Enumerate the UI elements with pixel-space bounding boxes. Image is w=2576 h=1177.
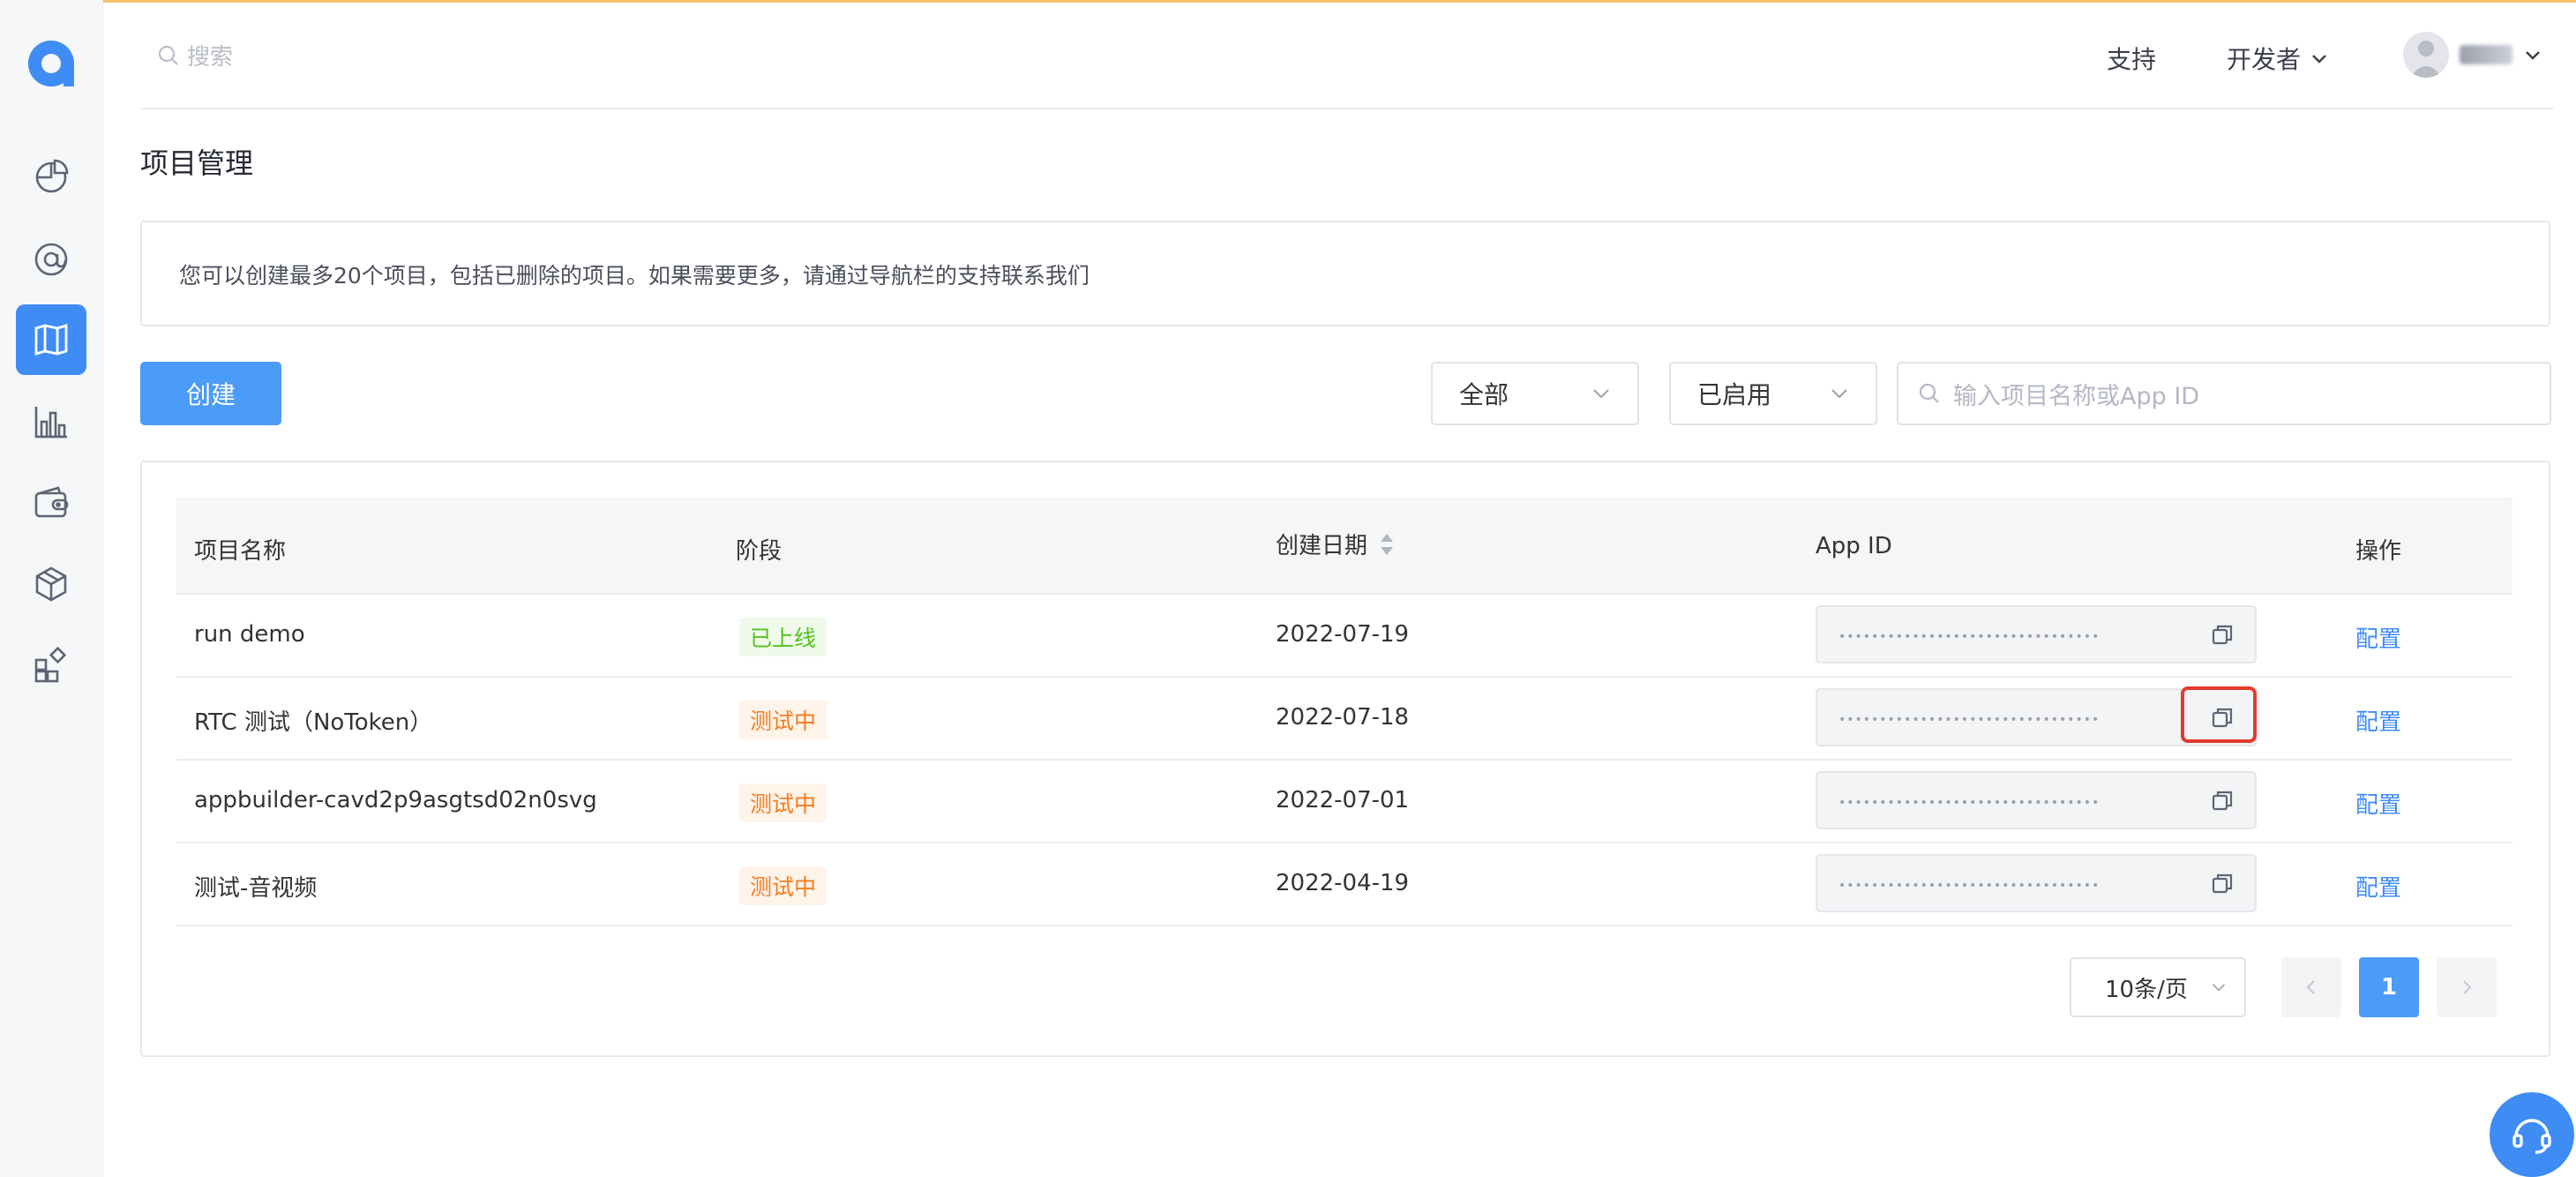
row-1-name: run demo: [194, 621, 305, 648]
grid-plus-icon: [34, 646, 67, 683]
support-chat-button[interactable]: [2490, 1092, 2574, 1177]
bar-chart-icon: [34, 407, 67, 439]
header-divider: [140, 108, 2553, 109]
page-button-current[interactable]: 1: [2359, 957, 2419, 1017]
sidebar-item-mentions[interactable]: [16, 224, 86, 295]
row-3-name: appbuilder-cavd2p9asgtsd02n0svg: [194, 787, 597, 813]
headset-icon: [2512, 1119, 2551, 1154]
developer-menu-label: 开发者: [2227, 45, 2302, 74]
row-3-appid-masked: ••••••••••••••••••••••••••••••••: [1838, 796, 2100, 810]
row-3-config-link[interactable]: 配置: [2355, 787, 2401, 820]
sidebar-item-billing[interactable]: [16, 468, 86, 538]
sidebar-item-extensions[interactable]: [16, 549, 86, 619]
row-divider: [176, 925, 2512, 926]
row-3-stage-badge: 测试中: [739, 783, 827, 822]
status-filter-select[interactable]: 已启用: [1669, 362, 1877, 425]
chevron-left-icon: [2306, 980, 2315, 994]
col-header-date-label: 创建日期: [1276, 533, 1368, 559]
cube-icon: [35, 566, 67, 602]
status-filter-value: 已启用: [1697, 380, 1772, 409]
copy-icon[interactable]: [2209, 621, 2235, 648]
row-divider: [176, 759, 2512, 761]
row-1-appid-masked: ••••••••••••••••••••••••••••••••: [1838, 630, 2100, 644]
create-project-button[interactable]: 创建: [140, 362, 281, 425]
support-link[interactable]: 支持: [2107, 41, 2156, 76]
wallet-icon: [34, 486, 69, 518]
row-2-appid-masked: ••••••••••••••••••••••••••••••••: [1838, 713, 2100, 727]
row-2-config-link[interactable]: 配置: [2355, 704, 2401, 737]
at-icon: [34, 243, 68, 276]
chevron-down-icon: [1593, 389, 1609, 399]
stage-filter-select[interactable]: 全部: [1431, 362, 1639, 425]
col-header-appid: App ID: [1816, 533, 1892, 559]
row-divider: [176, 842, 2512, 843]
developer-menu[interactable]: 开发者: [2227, 41, 2329, 76]
global-search[interactable]: 搜索: [157, 39, 233, 71]
search-icon: [1919, 383, 1939, 403]
row-4-name: 测试-音视频: [194, 875, 318, 902]
row-1-stage-badge: 已上线: [739, 618, 827, 656]
row-2-name: RTC 测试（NoToken）: [194, 709, 433, 736]
project-search-placeholder: 输入项目名称或App ID: [1953, 382, 2200, 410]
row-3-date: 2022-07-01: [1276, 787, 1410, 813]
project-search-input[interactable]: 输入项目名称或App ID: [1897, 362, 2551, 425]
project-limit-notice: 您可以创建最多20个项目，包括已删除的项目。如果需要更多，请通过导航栏的支持联系…: [140, 221, 2550, 326]
pie-chart-icon: [35, 159, 69, 193]
sidebar-item-projects[interactable]: [16, 304, 86, 375]
chevron-right-icon: [2463, 980, 2472, 994]
row-4-appid-masked: ••••••••••••••••••••••••••••••••: [1838, 879, 2100, 893]
sidebar-item-analytics[interactable]: [16, 386, 86, 457]
page-size-value: 10条/页: [2105, 976, 2188, 1003]
chevron-down-icon: [1831, 389, 1847, 399]
chevron-down-icon: [2212, 984, 2226, 992]
sidebar-item-overview[interactable]: [16, 141, 86, 212]
sidebar-item-marketplace[interactable]: [16, 630, 86, 701]
row-4-appid-field: ••••••••••••••••••••••••••••••••: [1816, 854, 2257, 912]
row-1-appid-field: ••••••••••••••••••••••••••••••••: [1816, 605, 2257, 663]
row-2-appid-field: ••••••••••••••••••••••••••••••••: [1816, 686, 2257, 746]
row-2-date: 2022-07-18: [1276, 704, 1410, 731]
sidebar: [0, 0, 103, 1177]
map-icon: [34, 324, 68, 356]
row-divider: [176, 676, 2512, 678]
chevron-down-icon: [2312, 55, 2326, 64]
row-2-stage-badge: 测试中: [739, 701, 827, 739]
copy-icon[interactable]: [2209, 870, 2235, 896]
next-page-button[interactable]: [2437, 957, 2497, 1017]
row-1-date: 2022-07-19: [1276, 621, 1410, 648]
row-4-config-link[interactable]: 配置: [2355, 870, 2401, 903]
agora-logo-icon[interactable]: [25, 37, 78, 90]
search-icon: [158, 45, 178, 65]
page-size-select[interactable]: 10条/页: [2070, 957, 2246, 1017]
col-header-action: 操作: [2355, 538, 2402, 565]
global-search-placeholder: 搜索: [187, 44, 234, 71]
row-4-stage-badge: 测试中: [739, 866, 827, 905]
chevron-down-icon: [2526, 51, 2540, 60]
top-header: [103, 0, 2576, 109]
page-title: 项目管理: [140, 146, 254, 180]
stage-filter-value: 全部: [1459, 380, 1509, 409]
username-blurred: [2460, 45, 2512, 64]
copy-icon[interactable]: [2209, 787, 2235, 813]
prev-page-button[interactable]: [2281, 957, 2341, 1017]
col-header-name: 项目名称: [194, 538, 287, 565]
col-header-stage: 阶段: [736, 538, 783, 565]
col-header-date[interactable]: 创建日期: [1276, 528, 1396, 560]
sort-icon[interactable]: [1378, 531, 1396, 558]
row-4-date: 2022-04-19: [1276, 870, 1410, 896]
user-menu[interactable]: [2403, 32, 2542, 78]
row-3-appid-field: ••••••••••••••••••••••••••••••••: [1816, 771, 2257, 829]
copy-button-highlight: [2181, 686, 2257, 743]
row-1-config-link[interactable]: 配置: [2355, 621, 2401, 654]
avatar: [2403, 32, 2449, 78]
